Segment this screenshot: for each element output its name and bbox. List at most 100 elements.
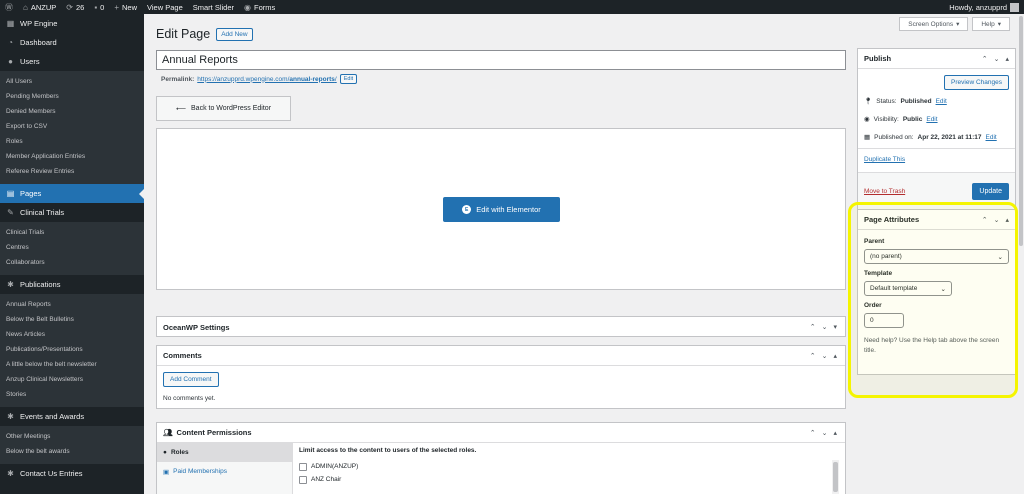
- sidebar-subitem[interactable]: Annual Reports: [0, 297, 144, 312]
- sidebar-subitem[interactable]: Below the Belt Bulletins: [0, 312, 144, 327]
- wordpress-logo-icon[interactable]: Ⓦ: [0, 0, 18, 14]
- sidebar-item-users[interactable]: ● Users: [0, 52, 144, 71]
- role-checkbox[interactable]: [299, 475, 307, 484]
- help-button[interactable]: Help ▾: [972, 17, 1010, 31]
- role-checkbox[interactable]: [299, 462, 307, 471]
- move-down-icon[interactable]: ⌄: [994, 216, 1000, 224]
- page-scrollbar[interactable]: [1018, 14, 1024, 494]
- sidebar-subitem[interactable]: Stories: [0, 387, 144, 402]
- tab-roles[interactable]: ● Roles: [157, 443, 292, 462]
- sidebar-item-contact-us[interactable]: ✱ Contact Us Entries: [0, 464, 144, 483]
- toggle-icon[interactable]: ▴: [833, 352, 837, 360]
- move-up-icon[interactable]: ⌃: [810, 429, 816, 437]
- parent-select[interactable]: (no parent) ⌄: [864, 249, 1009, 264]
- role-item[interactable]: ADMIN(ANZUP): [299, 460, 839, 473]
- sidebar-subitem[interactable]: Other Meetings: [0, 429, 144, 444]
- move-up-icon[interactable]: ⌃: [810, 352, 816, 360]
- preview-row: Preview Changes: [858, 69, 1015, 90]
- sidebar-subitem[interactable]: Roles: [0, 134, 144, 149]
- new-content-link[interactable]: + New: [109, 0, 142, 14]
- comments-link[interactable]: ▪ 0: [89, 0, 109, 14]
- sidebar-subitem[interactable]: Member Application Entries: [0, 149, 144, 164]
- page-scrollbar-thumb[interactable]: [1019, 16, 1023, 246]
- post-title-input[interactable]: Annual Reports: [156, 50, 846, 70]
- move-up-icon[interactable]: ⌃: [982, 55, 988, 63]
- screen-options-button[interactable]: Screen Options ▾: [899, 17, 969, 31]
- sidebar-item-publications[interactable]: ✱ Publications: [0, 275, 144, 294]
- site-name-link[interactable]: ⌂ ANZUP: [18, 0, 61, 14]
- sidebar-item-events[interactable]: ✱ Events and Awards: [0, 407, 144, 426]
- permalink: Permalink: https://anzupprd.wpengine.com…: [161, 74, 358, 84]
- publish-header[interactable]: Publish ⌃ ⌄ ▴: [858, 49, 1015, 69]
- sidebar-subitem[interactable]: Anzup Clinical Newsletters: [0, 372, 144, 387]
- date-edit-link[interactable]: Edit: [986, 134, 997, 141]
- order-input[interactable]: 0: [864, 313, 904, 328]
- published-row: ▦ Published on: Apr 22, 2021 at 11:17 Edit: [864, 133, 997, 142]
- preview-changes-button[interactable]: Preview Changes: [944, 75, 1009, 90]
- move-down-icon[interactable]: ⌄: [822, 429, 828, 437]
- screen-meta-links: Screen Options ▾ Help ▾: [899, 17, 1010, 31]
- sidebar-subitem[interactable]: Clinical Trials: [0, 225, 144, 240]
- move-to-trash-link[interactable]: Move to Trash: [864, 188, 905, 195]
- update-button[interactable]: Update: [972, 183, 1009, 200]
- status-edit-link[interactable]: Edit: [936, 98, 947, 105]
- template-select[interactable]: Default template ⌄: [864, 281, 952, 296]
- toggle-icon[interactable]: ▴: [1005, 55, 1009, 63]
- permalink-link[interactable]: https://anzupprd.wpengine.com/annual-rep…: [197, 76, 336, 83]
- sidebar-subitem[interactable]: Publications/Presentations: [0, 342, 144, 357]
- move-down-icon[interactable]: ⌄: [822, 352, 828, 360]
- view-page-link[interactable]: View Page: [142, 0, 188, 14]
- sidebar-subitem[interactable]: Export to CSV: [0, 119, 144, 134]
- toggle-icon[interactable]: ▾: [833, 323, 837, 331]
- sidebar-subitem[interactable]: Collaborators: [0, 255, 144, 270]
- updates-icon: ⟳: [66, 2, 73, 12]
- sidebar-item-pages[interactable]: ▤ Pages: [0, 184, 144, 203]
- permalink-edit-button[interactable]: Edit: [339, 74, 358, 84]
- sidebar-subitem[interactable]: Below the belt awards: [0, 444, 144, 459]
- edit-with-elementor-button[interactable]: E Edit with Elementor: [443, 197, 560, 222]
- sidebar-subitem[interactable]: Centres: [0, 240, 144, 255]
- role-item[interactable]: ANZ Chair: [299, 473, 839, 486]
- roles-scrollbar[interactable]: [832, 460, 839, 494]
- add-comment-button[interactable]: Add Comment: [163, 372, 219, 387]
- sidebar-item-dashboard[interactable]: ◔ Dashboard: [0, 33, 144, 52]
- add-new-button[interactable]: Add New: [216, 27, 253, 41]
- oceanwp-settings-header[interactable]: OceanWP Settings ⌃ ⌄ ▾: [157, 317, 845, 337]
- help-text: Need help? Use the Help tab above the sc…: [864, 337, 1000, 354]
- publish-misc: 📍︎ Status: Published Edit ◉ Visibility: Publi…: [858, 90, 1015, 146]
- permalink-end: /: [334, 75, 337, 83]
- move-down-icon[interactable]: ⌄: [994, 55, 1000, 63]
- sidebar-subitem[interactable]: A little below the belt newsletter: [0, 357, 144, 372]
- sidebar-subitem[interactable]: News Articles: [0, 327, 144, 342]
- gear-icon: ✱: [7, 412, 14, 421]
- tab-paid-memberships[interactable]: ▣ Paid Memberships: [157, 462, 292, 481]
- permalink-slug: annual-reports: [289, 75, 335, 83]
- forms-link[interactable]: ◉ Forms: [239, 0, 280, 14]
- move-down-icon[interactable]: ⌄: [822, 323, 828, 331]
- duplicate-this-link[interactable]: Duplicate This: [864, 156, 905, 163]
- sidebar-subitem[interactable]: Referee Review Entries: [0, 164, 144, 179]
- comments-header[interactable]: Comments ⌃ ⌄ ▴: [157, 346, 845, 366]
- roles-scrollbar-thumb[interactable]: [833, 462, 838, 492]
- move-up-icon[interactable]: ⌃: [810, 323, 816, 331]
- sidebar-item-clinical-trials[interactable]: ✎ Clinical Trials: [0, 203, 144, 222]
- sidebar-subitem[interactable]: Denied Members: [0, 104, 144, 119]
- main-content: Screen Options ▾ Help ▾ Edit Page Add New …: [144, 14, 1024, 494]
- chevron-down-icon: ▾: [956, 21, 960, 28]
- toggle-icon[interactable]: ▴: [1005, 216, 1009, 224]
- visibility-edit-link[interactable]: Edit: [926, 116, 937, 123]
- account-menu[interactable]: Howdy, anzupprd: [944, 0, 1024, 14]
- sidebar-item-wp-engine[interactable]: ▦ WP Engine: [0, 14, 144, 33]
- pages-icon: ▤: [6, 189, 15, 198]
- back-to-wordpress-editor-button[interactable]: ⟵ Back to WordPress Editor: [156, 96, 291, 121]
- sidebar-subitem[interactable]: Pending Members: [0, 89, 144, 104]
- toggle-icon[interactable]: ▴: [833, 429, 837, 437]
- content-permissions-header[interactable]: 👥︎ Content Permissions ⌃ ⌄ ▴: [157, 423, 845, 443]
- smart-slider-link[interactable]: Smart Slider: [188, 0, 239, 14]
- roles-panel: Limit access to the content to users of …: [299, 447, 839, 494]
- permissions-tabs: ● Roles ▣ Paid Memberships: [157, 443, 293, 494]
- sidebar-subitem[interactable]: All Users: [0, 74, 144, 89]
- page-attributes-header[interactable]: Page Attributes ⌃ ⌄ ▴: [858, 210, 1015, 230]
- move-up-icon[interactable]: ⌃: [982, 216, 988, 224]
- updates-link[interactable]: ⟳ 26: [61, 0, 89, 14]
